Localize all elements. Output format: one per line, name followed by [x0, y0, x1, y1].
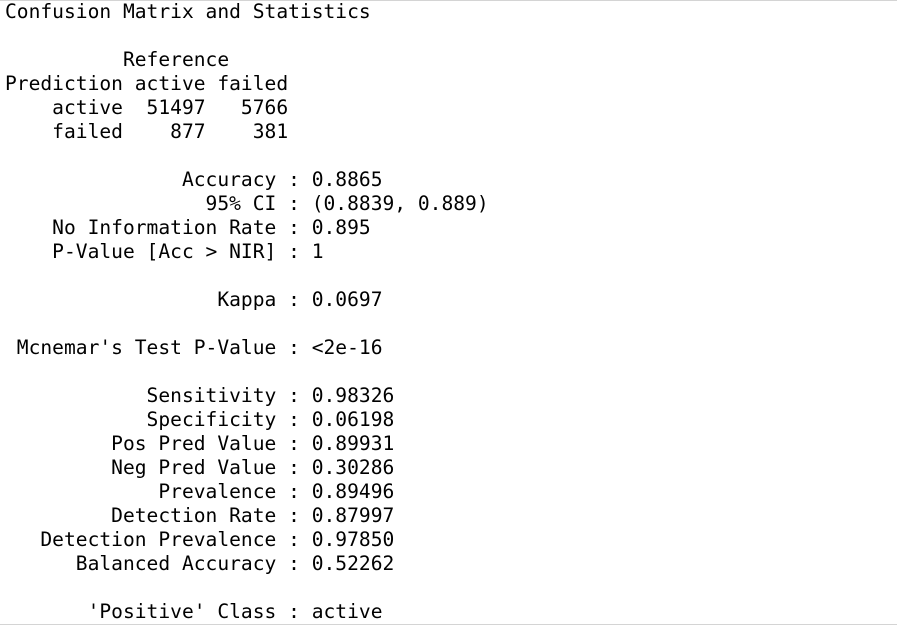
stat-kappa: Kappa : 0.0697	[5, 288, 383, 311]
matrix-header-row: Prediction active failed	[5, 72, 289, 95]
stat-detection-rate: Detection Rate : 0.87997	[5, 504, 395, 527]
stat-95-ci: 95% CI : (0.8839, 0.889)	[5, 192, 489, 215]
stat-pos-pred-value: Pos Pred Value : 0.89931	[5, 432, 395, 455]
matrix-reference-label: Reference	[5, 48, 230, 71]
stat-detection-prevalence: Detection Prevalence : 0.97850	[5, 528, 395, 551]
stat-no-information-rate: No Information Rate : 0.895	[5, 216, 371, 239]
stat-accuracy: Accuracy : 0.8865	[5, 168, 383, 191]
console-output: Confusion Matrix and Statistics Referenc…	[0, 0, 897, 625]
output-title: Confusion Matrix and Statistics	[5, 0, 371, 23]
stat-specificity: Specificity : 0.06198	[5, 408, 395, 431]
stat-balanced-accuracy: Balanced Accuracy : 0.52262	[5, 552, 395, 575]
matrix-row-active: active 51497 5766	[5, 96, 289, 119]
matrix-row-failed: failed 877 381	[5, 120, 289, 143]
stat-positive-class: 'Positive' Class : active	[5, 600, 383, 623]
stat-sensitivity: Sensitivity : 0.98326	[5, 384, 395, 407]
stat-mcnemar-p-value: Mcnemar's Test P-Value : <2e-16	[5, 336, 383, 359]
stat-prevalence: Prevalence : 0.89496	[5, 480, 395, 503]
stat-neg-pred-value: Neg Pred Value : 0.30286	[5, 456, 395, 479]
stat-p-value-acc-nir: P-Value [Acc > NIR] : 1	[5, 240, 324, 263]
